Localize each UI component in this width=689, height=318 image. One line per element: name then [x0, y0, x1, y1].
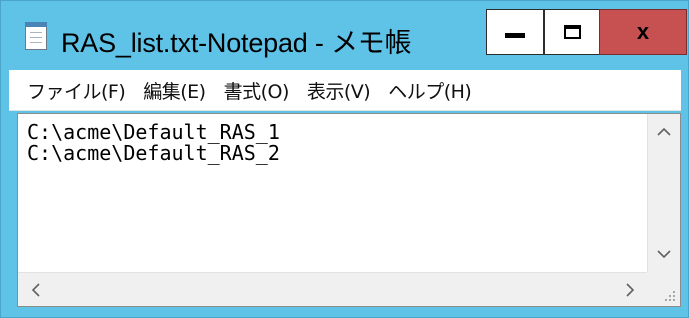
maximize-icon [563, 25, 581, 39]
maximize-button[interactable] [544, 9, 600, 55]
window-title: RAS_list.txt-Notepad - メモ帳 [61, 28, 412, 58]
scroll-left-icon[interactable] [20, 274, 52, 306]
menu-edit[interactable]: 編集(E) [133, 77, 213, 104]
text-line: C:\acme\Default_RAS_1 [27, 120, 280, 144]
close-icon: x [636, 19, 650, 44]
scroll-right-icon[interactable] [614, 274, 646, 306]
scroll-down-icon[interactable] [648, 238, 680, 270]
text-editor[interactable]: C:\acme\Default_RAS_1 C:\acme\Default_RAS… [18, 114, 648, 272]
title-bar[interactable]: RAS_list.txt-Notepad - メモ帳 x [1, 1, 688, 63]
horizontal-scrollbar[interactable] [18, 272, 648, 306]
menu-bar: ファイル(F) 編集(E) 書式(O) 表示(V) ヘルプ(H) [9, 70, 681, 111]
resize-grip-icon [661, 287, 675, 301]
close-button[interactable]: x [599, 9, 687, 55]
editor-area: C:\acme\Default_RAS_1 C:\acme\Default_RAS… [17, 113, 681, 307]
scroll-up-icon[interactable] [648, 116, 680, 148]
minimize-button[interactable] [486, 9, 544, 55]
menu-file[interactable]: ファイル(F) [9, 77, 133, 104]
minimize-icon [505, 32, 525, 38]
notepad-window: RAS_list.txt-Notepad - メモ帳 x ファイル(F) 編集(… [0, 0, 689, 318]
vertical-scrollbar[interactable] [647, 114, 680, 272]
notepad-icon[interactable] [25, 22, 47, 50]
menu-format[interactable]: 書式(O) [214, 77, 297, 104]
size-grip[interactable] [647, 272, 680, 306]
menu-help[interactable]: ヘルプ(H) [378, 77, 479, 104]
text-line: C:\acme\Default_RAS_2 [27, 141, 280, 165]
menu-view[interactable]: 表示(V) [297, 77, 378, 104]
